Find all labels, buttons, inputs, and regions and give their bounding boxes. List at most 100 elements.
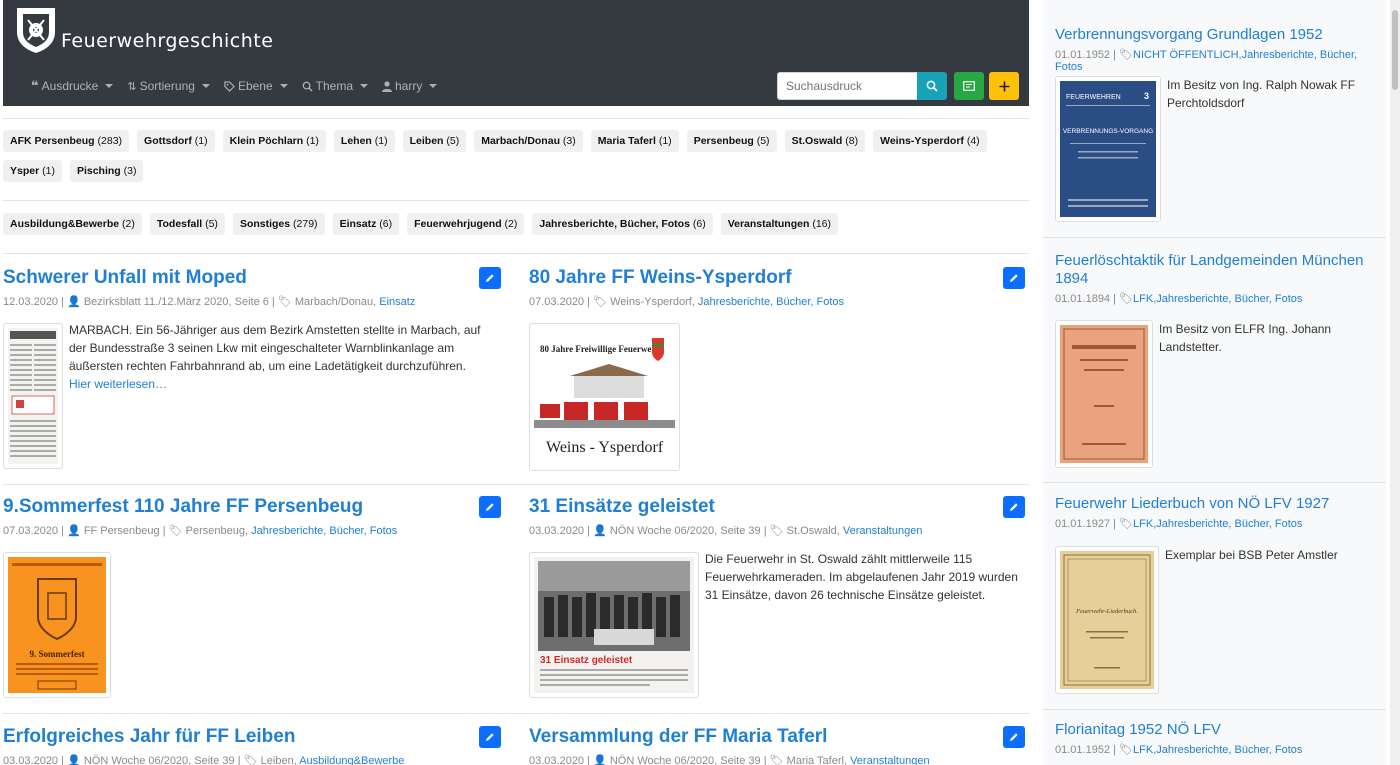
navbar: Feuerwehrgeschichte ❝ Ausdrucke ⇅ Sortie… (3, 0, 1029, 106)
post-date: 03.03.2020 (3, 755, 59, 765)
thumb-heading: 80 Jahre Freiwillige Feuerwehr (540, 344, 660, 354)
menu-user[interactable]: harry (382, 78, 438, 94)
location-tag-count: (1) (194, 135, 208, 147)
post-category-link[interactable]: Veranstaltungen (843, 525, 923, 537)
pencil-icon (1010, 733, 1018, 741)
edit-button[interactable] (479, 267, 501, 289)
topic-tag[interactable]: Feuerwehrjugend (2) (407, 213, 525, 235)
location-tag-count: (1) (374, 135, 388, 147)
edit-button[interactable] (479, 496, 501, 518)
post-thumbnail[interactable] (3, 323, 63, 469)
topic-tag-label: Jahresberichte, Bücher, Fotos (539, 218, 690, 230)
post-thumbnail[interactable]: 31 Einsatz geleistet (529, 552, 699, 698)
post-title[interactable]: 80 Jahre FF Weins-Ysperdorf (529, 267, 1029, 289)
post-category-link[interactable]: Einsatz (379, 296, 415, 308)
topic-tag[interactable]: Veranstaltungen (16) (720, 213, 839, 235)
post-category-link[interactable]: Jahresberichte, Bücher, Fotos (698, 296, 844, 308)
sidebar-item: Verbrennungsvorgang Grundlagen 1952 01.0… (1055, 26, 1380, 73)
note-button[interactable] (954, 72, 984, 100)
menu-ebene-label: Ebene (237, 79, 273, 93)
post-category-link[interactable]: Veranstaltungen (850, 755, 930, 765)
post-thumbnail[interactable]: 9. Sommerfest (3, 552, 111, 698)
menu-ebene[interactable]: Ebene (224, 78, 288, 94)
sidebar-thumbnail[interactable]: FEUERWEHREN 3 VERBRENNUNGS-VORGANG (1055, 76, 1161, 222)
edit-button[interactable] (479, 726, 501, 748)
location-tag[interactable]: Gottsdorf (1) (137, 130, 215, 152)
caret-down-icon (201, 84, 210, 88)
post-source: NÖN Woche 06/2020, Seite 39 (609, 525, 761, 537)
location-tag-label: Gottsdorf (144, 135, 192, 147)
menu-sortierung[interactable]: ⇅ Sortierung (127, 78, 210, 94)
location-tag-label: Weins-Ysperdorf (880, 135, 964, 147)
post-thumbnail[interactable]: 80 Jahre Freiwillige Feuerwehr Weins - Y… (529, 323, 680, 471)
menu-thema-label: Thema (315, 79, 353, 93)
sidebar-item-tags[interactable]: LFK,Jahresberichte, Bücher, Fotos (1133, 518, 1302, 530)
sidebar-item-tags[interactable]: LFK,Jahresberichte, Bücher, Fotos (1133, 744, 1302, 756)
tag-icon: 🏷 (769, 525, 784, 537)
divider (3, 200, 1029, 201)
post-title[interactable]: 9.Sommerfest 110 Jahre FF Persenbeug (3, 496, 505, 518)
user-icon: 👤 (67, 755, 81, 765)
menu-ausdrucke[interactable]: ❝ Ausdrucke (31, 78, 114, 94)
location-tag-count: (3) (123, 165, 137, 177)
sidebar-item-title[interactable]: Verbrennungsvorgang Grundlagen 1952 (1055, 26, 1380, 44)
location-tag-count: (1) (658, 135, 672, 147)
location-tag[interactable]: Weins-Ysperdorf (4) (873, 130, 987, 152)
add-button[interactable] (989, 72, 1019, 100)
menu-user-label: harry (395, 79, 423, 93)
post-card: Schwerer Unfall mit Moped 12.03.2020 | 👤… (3, 267, 505, 487)
sidebar-item-tags[interactable]: LFK,Jahresberichte, Bücher, Fotos (1133, 293, 1302, 305)
newspaper-clipping-image (8, 328, 58, 464)
read-more-link[interactable]: Hier weiterlesen… (69, 377, 167, 391)
search-button[interactable] (917, 72, 947, 100)
location-tag[interactable]: Maria Taferl (1) (590, 130, 679, 152)
location-tag[interactable]: Ysper (1) (3, 160, 62, 182)
post-title[interactable]: Versammlung der FF Maria Taferl (529, 726, 1029, 748)
edit-button[interactable] (1003, 726, 1025, 748)
topic-tag-count: (279) (293, 218, 318, 230)
location-tag[interactable]: Leiben (5) (402, 130, 467, 152)
topic-tag-label: Ausbildung&Bewerbe (10, 218, 120, 230)
sidebar-item-title[interactable]: Feuerlöschtaktik für Landgemeinden Münch… (1055, 252, 1380, 288)
sidebar-thumbnail[interactable]: Feuerwehr-Liederbuch. (1055, 546, 1159, 694)
divider (1043, 237, 1386, 238)
topic-tag[interactable]: Ausbildung&Bewerbe (2) (3, 213, 142, 235)
vertical-scrollbar[interactable] (1390, 0, 1400, 765)
tag-icon: 🏷 (1119, 518, 1134, 530)
edit-button[interactable] (1003, 267, 1025, 289)
post-category-link[interactable]: Jahresberichte, Bücher, Fotos (251, 525, 397, 537)
location-tag[interactable]: Pisching (3) (69, 160, 144, 182)
book-cover-image: FEUERWEHREN 3 VERBRENNUNGS-VORGANG (1060, 81, 1156, 217)
sidebar-item-title[interactable]: Feuerwehr Liederbuch von NÖ LFV 1927 (1055, 495, 1380, 513)
post-category-link[interactable]: Ausbildung&Bewerbe (299, 755, 404, 765)
caret-down-icon (279, 84, 288, 88)
topic-tag[interactable]: Todesfall (5) (149, 213, 225, 235)
caret-down-icon (360, 84, 368, 88)
topic-tag[interactable]: Jahresberichte, Bücher, Fotos (6) (532, 213, 713, 235)
location-tag[interactable]: Marbach/Donau (3) (474, 130, 583, 152)
topic-tag[interactable]: Einsatz (6) (332, 213, 400, 235)
post-source: NÖN Woche 06/2020, Seite 39 (83, 755, 235, 765)
menu-thema[interactable]: Thema (302, 78, 368, 94)
sidebar-item-meta: 01.01.1927 | 🏷LFK,Jahresberichte, Bücher… (1055, 518, 1303, 530)
edit-button[interactable] (1003, 496, 1025, 518)
user-icon: 👤 (67, 525, 81, 537)
location-tag[interactable]: Klein Pöchlarn (1) (222, 130, 326, 152)
location-tag[interactable]: St.Oswald (8) (784, 130, 866, 152)
scrollbar-thumb[interactable] (1392, 10, 1398, 90)
location-tag[interactable]: Persenbeug (5) (686, 130, 777, 152)
location-tag-label: Leiben (409, 135, 444, 147)
search-input[interactable] (777, 72, 918, 100)
post-title[interactable]: 31 Einsätze geleistet (529, 496, 1029, 518)
caret-down-icon (429, 84, 438, 88)
sidebar-thumbnail[interactable] (1055, 320, 1153, 468)
location-tag[interactable]: AFK Persenbeug (283) (3, 130, 130, 152)
location-tag[interactable]: Lehen (1) (333, 130, 395, 152)
topic-tag[interactable]: Sonstiges (279) (232, 213, 325, 235)
brand[interactable]: Feuerwehrgeschichte (15, 6, 275, 56)
menu-ausdrucke-label: Ausdrucke (41, 79, 99, 93)
sidebar-item-title[interactable]: Florianitag 1952 NÖ LFV (1055, 721, 1380, 739)
post-title[interactable]: Schwerer Unfall mit Moped (3, 267, 505, 289)
post-title[interactable]: Erfolgreiches Jahr für FF Leiben (3, 726, 505, 748)
post-date: 07.03.2020 (529, 296, 585, 308)
